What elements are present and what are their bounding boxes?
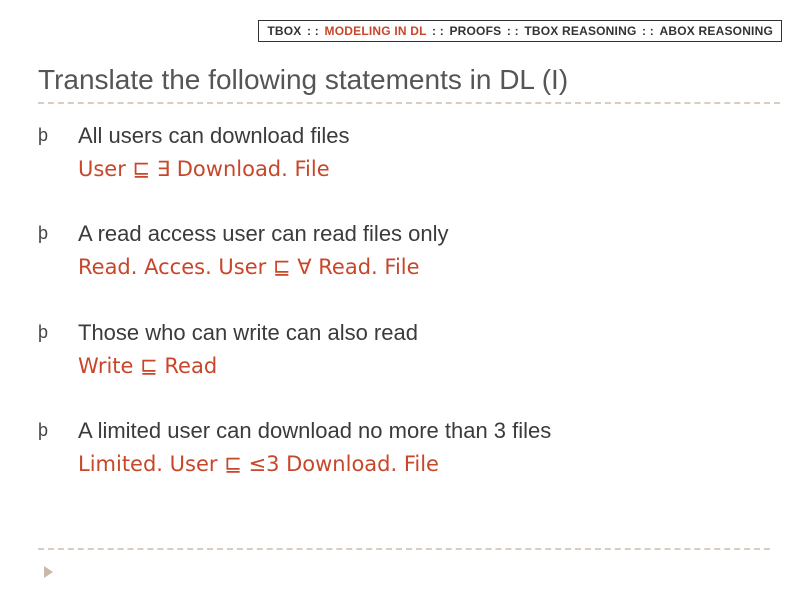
formula-text: Limited. User ⊑ ≤3 Download. File (78, 449, 551, 479)
breadcrumb-sep: : : (305, 24, 324, 38)
breadcrumb-sep: : : (430, 24, 449, 38)
breadcrumb-item-abox-reasoning: ABOX REASONING (660, 24, 773, 38)
breadcrumb-item-modeling: MODELING IN DL (325, 24, 427, 38)
bullet-icon: þ (38, 218, 78, 245)
item-body: A limited user can download no more than… (78, 415, 551, 479)
list-item: þ A read access user can read files only… (38, 218, 770, 282)
breadcrumb-item-tbox: TBOX (267, 24, 301, 38)
content-area: þ All users can download files User ⊑ ∃ … (38, 120, 770, 513)
breadcrumb: TBOX : : MODELING IN DL : : PROOFS : : T… (258, 20, 782, 42)
title-area: Translate the following statements in DL… (38, 64, 780, 104)
formula-text: Read. Acces. User ⊑ ∀ Read. File (78, 252, 449, 282)
breadcrumb-item-tbox-reasoning: TBOX REASONING (524, 24, 636, 38)
bullet-icon: þ (38, 120, 78, 147)
bottom-divider (38, 548, 770, 550)
breadcrumb-item-proofs: PROOFS (449, 24, 501, 38)
breadcrumb-sep: : : (505, 24, 524, 38)
triangle-icon (44, 566, 53, 578)
formula-text: User ⊑ ∃ Download. File (78, 154, 349, 184)
slide-title: Translate the following statements in DL… (38, 64, 780, 104)
item-body: Those who can write can also read Write … (78, 317, 418, 381)
statement-text: A limited user can download no more than… (78, 415, 551, 447)
statement-text: Those who can write can also read (78, 317, 418, 349)
item-body: All users can download files User ⊑ ∃ Do… (78, 120, 349, 184)
list-item: þ All users can download files User ⊑ ∃ … (38, 120, 770, 184)
bullet-icon: þ (38, 317, 78, 344)
slide: TBOX : : MODELING IN DL : : PROOFS : : T… (0, 0, 800, 600)
statement-text: All users can download files (78, 120, 349, 152)
list-item: þ Those who can write can also read Writ… (38, 317, 770, 381)
list-item: þ A limited user can download no more th… (38, 415, 770, 479)
statement-text: A read access user can read files only (78, 218, 449, 250)
formula-text: Write ⊑ Read (78, 351, 418, 381)
breadcrumb-sep: : : (640, 24, 659, 38)
item-body: A read access user can read files only R… (78, 218, 449, 282)
bullet-icon: þ (38, 415, 78, 442)
